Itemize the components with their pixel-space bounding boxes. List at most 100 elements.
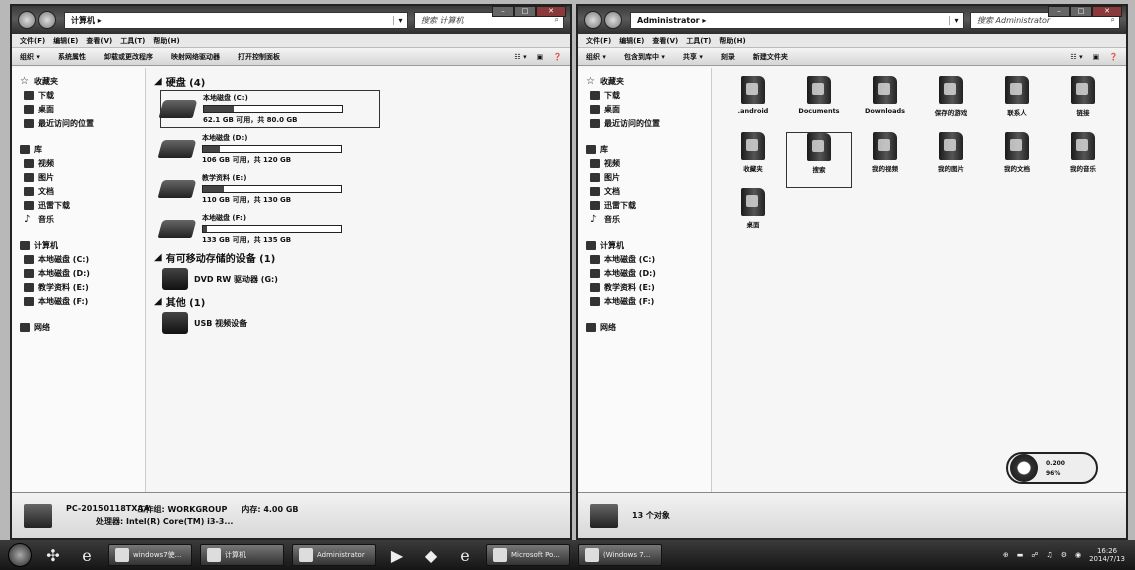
- nav-recent[interactable]: 最近访问的位置: [586, 116, 711, 130]
- nav-thunder-downloads[interactable]: 迅雷下载: [20, 198, 145, 212]
- nav-drive-f[interactable]: 本地磁盘 (F:): [20, 294, 145, 308]
- nav-drive-c[interactable]: 本地磁盘 (C:): [20, 252, 145, 266]
- include-in-library-button[interactable]: 包含到库中 ▾: [624, 52, 665, 62]
- folder-documents[interactable]: Documents: [786, 76, 852, 132]
- nav-computer[interactable]: 计算机: [586, 238, 711, 252]
- nav-network[interactable]: 网络: [20, 320, 145, 334]
- clock[interactable]: 16:26 2014/7/13: [1089, 547, 1125, 563]
- menu-edit[interactable]: 编辑(E): [619, 36, 644, 46]
- taskbar-button-windows7[interactable]: (Windows 7...: [578, 544, 662, 566]
- folder-desktop[interactable]: 桌面: [720, 188, 786, 244]
- folder-my-music[interactable]: 我的音乐: [1050, 132, 1116, 188]
- menu-file[interactable]: 文件(F): [20, 36, 45, 46]
- nav-pictures[interactable]: 图片: [20, 170, 145, 184]
- address-bar[interactable]: 计算机 ▸ ▾: [64, 11, 408, 29]
- maximize-button[interactable]: □: [1070, 6, 1092, 17]
- nav-documents[interactable]: 文档: [20, 184, 145, 198]
- nav-downloads[interactable]: 下载: [20, 88, 145, 102]
- nav-libraries[interactable]: 库: [20, 142, 145, 156]
- folder-saved-games[interactable]: 保存的游戏: [918, 76, 984, 132]
- group-header-other[interactable]: ◢ 其他 (1): [154, 294, 562, 309]
- nav-network[interactable]: 网络: [586, 320, 711, 334]
- folder-my-pictures[interactable]: 我的图片: [918, 132, 984, 188]
- nav-drive-f[interactable]: 本地磁盘 (F:): [586, 294, 711, 308]
- menu-help[interactable]: 帮助(H): [719, 36, 745, 46]
- minimize-button[interactable]: –: [1048, 6, 1070, 17]
- menu-help[interactable]: 帮助(H): [153, 36, 179, 46]
- usb-video-device[interactable]: USB 视频设备: [162, 308, 562, 338]
- new-folder-button[interactable]: 新建文件夹: [753, 52, 788, 62]
- nav-drive-c[interactable]: 本地磁盘 (C:): [586, 252, 711, 266]
- drive-c[interactable]: 本地磁盘 (C:) 62.1 GB 可用，共 80.0 GB: [158, 90, 380, 128]
- nav-favorites[interactable]: ☆ 收藏夹: [586, 74, 711, 88]
- menu-tools[interactable]: 工具(T): [120, 36, 145, 46]
- menu-file[interactable]: 文件(F): [586, 36, 611, 46]
- volume-icon[interactable]: ♫: [1046, 551, 1052, 559]
- burn-button[interactable]: 刻录: [721, 52, 735, 62]
- nav-drive-d[interactable]: 本地磁盘 (D:): [586, 266, 711, 280]
- tray-icon[interactable]: ⊕: [1003, 551, 1009, 559]
- update-icon[interactable]: ◉: [1075, 551, 1081, 559]
- organize-button[interactable]: 组织 ▾: [586, 52, 606, 62]
- folder-downloads[interactable]: Downloads: [852, 76, 918, 132]
- nav-thunder-downloads[interactable]: 迅雷下载: [586, 198, 711, 212]
- drive-e[interactable]: 教学资料 (E:) 110 GB 可用，共 130 GB: [157, 170, 380, 208]
- cpu-meter-gadget[interactable]: CPU 0.200 96%: [1006, 452, 1098, 484]
- back-button[interactable]: [18, 11, 36, 29]
- close-button[interactable]: ✕: [536, 6, 566, 17]
- dvd-drive[interactable]: DVD RW 驱动器 (G:): [162, 264, 562, 294]
- internet-explorer-icon[interactable]: e: [74, 544, 100, 566]
- start-button[interactable]: [8, 543, 32, 567]
- nav-computer[interactable]: 计算机: [20, 238, 145, 252]
- nav-pictures[interactable]: 图片: [586, 170, 711, 184]
- share-button[interactable]: 共享 ▾: [683, 52, 703, 62]
- chevron-down-icon[interactable]: ▾: [949, 15, 963, 25]
- nav-favorites[interactable]: ☆ 收藏夹: [20, 74, 145, 88]
- chevron-down-icon[interactable]: ▾: [393, 15, 407, 25]
- nav-music[interactable]: ♪ 音乐: [20, 212, 145, 226]
- internet-explorer-icon[interactable]: e: [452, 544, 478, 566]
- folder-android[interactable]: .android: [720, 76, 786, 132]
- folder-links[interactable]: 链接: [1050, 76, 1116, 132]
- menu-tools[interactable]: 工具(T): [686, 36, 711, 46]
- maximize-button[interactable]: □: [514, 6, 536, 17]
- folder-my-videos[interactable]: 我的视频: [852, 132, 918, 188]
- taskbar-button-administrator[interactable]: Administrator: [292, 544, 376, 566]
- close-button[interactable]: ✕: [1092, 6, 1122, 17]
- taskbar-button-powerpoint[interactable]: Microsoft Po...: [486, 544, 570, 566]
- organize-button[interactable]: 组织 ▾: [20, 52, 40, 62]
- help-icon[interactable]: ❓: [1109, 53, 1118, 61]
- taskbar-button-computer[interactable]: 计算机: [200, 544, 284, 566]
- network-icon[interactable]: ☍: [1031, 551, 1038, 559]
- media-player-icon[interactable]: ▶: [384, 544, 410, 566]
- nav-music[interactable]: ♪ 音乐: [586, 212, 711, 226]
- group-header-removable[interactable]: ◢ 有可移动存储的设备 (1): [154, 250, 562, 265]
- open-control-panel-button[interactable]: 打开控制面板: [238, 52, 280, 62]
- uninstall-program-button[interactable]: 卸载或更改程序: [104, 52, 153, 62]
- nav-documents[interactable]: 文档: [586, 184, 711, 198]
- nav-libraries[interactable]: 库: [586, 142, 711, 156]
- app-icon[interactable]: ◆: [418, 544, 444, 566]
- help-icon[interactable]: ❓: [553, 53, 562, 61]
- preview-pane-icon[interactable]: ▣: [537, 53, 544, 61]
- map-network-drive-button[interactable]: 映射网络驱动器: [171, 52, 220, 62]
- nav-videos[interactable]: 视频: [20, 156, 145, 170]
- drive-f[interactable]: 本地磁盘 (F:) 133 GB 可用，共 135 GB: [157, 210, 380, 248]
- keyboard-icon[interactable]: ▬: [1017, 551, 1024, 559]
- nav-drive-e[interactable]: 教学资料 (E:): [586, 280, 711, 294]
- security-icon[interactable]: ⚙: [1061, 551, 1067, 559]
- nav-recent[interactable]: 最近访问的位置: [20, 116, 145, 130]
- nav-downloads[interactable]: 下载: [586, 88, 711, 102]
- drive-d[interactable]: 本地磁盘 (D:) 106 GB 可用，共 120 GB: [157, 130, 380, 168]
- menu-view[interactable]: 查看(V): [652, 36, 678, 46]
- address-bar[interactable]: Administrator ▸ ▾: [630, 11, 964, 29]
- menu-edit[interactable]: 编辑(E): [53, 36, 78, 46]
- folder-contacts[interactable]: 联系人: [984, 76, 1050, 132]
- nav-desktop[interactable]: 桌面: [586, 102, 711, 116]
- taskbar-button-word[interactable]: windows7使...: [108, 544, 192, 566]
- folder-favorites[interactable]: 收藏夹: [720, 132, 786, 188]
- minimize-button[interactable]: –: [492, 6, 514, 17]
- folder-my-documents[interactable]: 我的文档: [984, 132, 1050, 188]
- group-header-hdd[interactable]: ◢ 硬盘 (4): [154, 74, 562, 89]
- view-options-icon[interactable]: ☷ ▾: [514, 53, 526, 61]
